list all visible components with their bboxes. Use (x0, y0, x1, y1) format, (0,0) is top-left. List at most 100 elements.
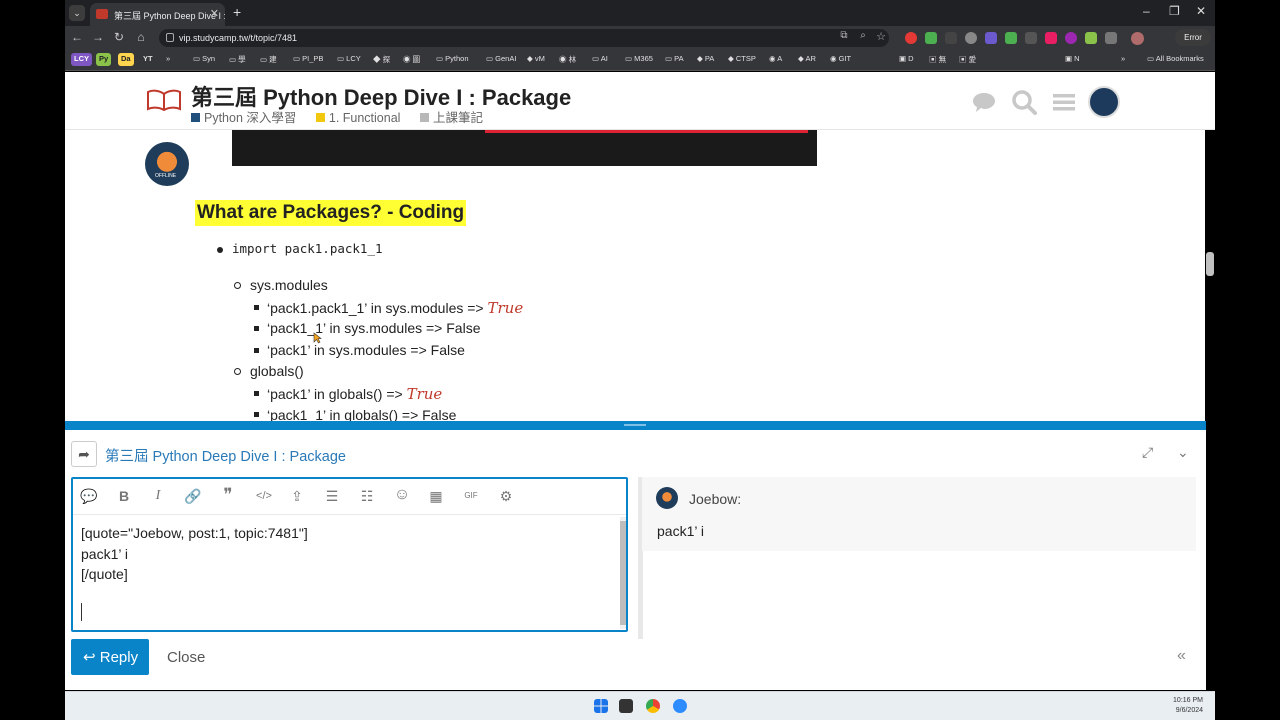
window-close-icon[interactable]: ✕ (1196, 4, 1206, 18)
hamburger-menu-icon[interactable] (1051, 89, 1077, 115)
error-button[interactable]: Error (1175, 29, 1211, 46)
extension-icon[interactable] (1085, 32, 1097, 44)
extension-icon[interactable] (1005, 32, 1017, 44)
bold-icon[interactable]: B (115, 488, 133, 504)
bookmark-pill[interactable]: LCY (71, 53, 92, 66)
code-icon[interactable]: </> (252, 490, 276, 502)
page-scrollbar[interactable] (1206, 252, 1214, 276)
calendar-icon[interactable]: ▦ (427, 488, 445, 505)
category-badge[interactable]: 1. Functional (315, 111, 409, 125)
star-icon[interactable]: ☆ (873, 30, 889, 43)
extension-icon[interactable] (965, 32, 977, 44)
category-badge[interactable]: 上課筆記 (419, 111, 491, 125)
editor-textarea[interactable]: [quote="Joebow, post:1, topic:7481"] pac… (81, 523, 308, 585)
back-icon[interactable]: ← (69, 30, 85, 44)
bookmark-item[interactable]: ▭ GenAI (486, 54, 516, 63)
numbered-list-icon[interactable]: ☷ (358, 488, 376, 505)
italic-icon[interactable]: I (149, 488, 167, 504)
tab-search-icon[interactable]: ⌄ (69, 5, 85, 21)
chevron-right-icon[interactable]: » (1121, 54, 1125, 63)
composer-resize-grip[interactable] (65, 421, 1206, 430)
task-view-icon[interactable] (619, 699, 633, 713)
bookmark-item[interactable]: ▣ N (1065, 54, 1080, 63)
emoji-icon[interactable]: ☺ (393, 486, 411, 504)
user-avatar[interactable] (1088, 86, 1120, 118)
bookmark-pill[interactable]: Py (96, 53, 112, 66)
speech-bubble-icon[interactable]: 💬 (80, 488, 98, 505)
bookmark-item[interactable]: ▣ 愛 (959, 54, 976, 65)
bookmark-item[interactable]: ▭ Python (436, 54, 469, 63)
bookmark-item[interactable]: ◆ PA (697, 54, 714, 63)
quote-icon[interactable]: ❞ (219, 485, 237, 505)
post-image[interactable] (232, 130, 817, 166)
reply-button[interactable]: ↩︎ Reply (71, 639, 149, 675)
expand-icon[interactable]: ⤢ (1142, 444, 1153, 461)
system-clock[interactable]: 10:16 PM 9/6/2024 (1173, 696, 1203, 716)
poster-avatar[interactable]: OFFLINE (145, 142, 189, 186)
bookmark-item[interactable]: ◉ 林 (559, 54, 576, 65)
install-icon[interactable]: ⧉ (836, 30, 852, 41)
zoom-icon[interactable]: ⌕ (855, 30, 871, 41)
chevron-down-icon[interactable]: ⌄ (1177, 444, 1189, 461)
windows-start-icon[interactable] (594, 699, 608, 713)
minimize-icon[interactable]: – (1143, 4, 1150, 18)
zoom-app-icon[interactable] (673, 699, 687, 713)
reply-share-icon[interactable]: ➦ (71, 441, 97, 467)
bookmark-item[interactable]: ▭ PI_PB (293, 54, 323, 63)
bookmark-item[interactable]: ◉ A (769, 54, 782, 63)
bookmark-item[interactable]: ▭ 建 (260, 54, 277, 65)
all-bookmarks[interactable]: ▭ All Bookmarks (1147, 54, 1204, 63)
home-icon[interactable]: ⌂ (133, 30, 149, 44)
bookmark-item[interactable]: ▭ Syn (193, 54, 215, 63)
reload-icon[interactable]: ↻ (111, 30, 127, 44)
extension-icon[interactable] (1045, 32, 1057, 44)
bookmark-item[interactable]: ◆ 探 (373, 54, 390, 65)
chevron-right-icon[interactable]: » (166, 54, 170, 63)
bookmark-item[interactable]: ◆ AR (798, 54, 816, 63)
link-icon[interactable]: 🔗 (184, 488, 202, 505)
address-bar[interactable]: vip.studycamp.tw/t/topic/7481 (159, 29, 889, 47)
bullet-list-icon[interactable]: ☰ (323, 488, 341, 505)
double-chevron-left-icon[interactable]: « (1177, 647, 1186, 665)
editor-scrollbar[interactable] (620, 517, 626, 629)
bookmark-item[interactable]: ▭ PA (665, 54, 684, 63)
bookmark-pill[interactable]: Da (118, 53, 134, 66)
tab-close-icon[interactable]: ✕ (210, 7, 219, 20)
extensions-puzzle-icon[interactable] (1105, 32, 1117, 44)
extension-icon[interactable] (1065, 32, 1077, 44)
bookmark-item[interactable]: ◆ vM (527, 54, 545, 63)
bookmark-item[interactable]: ▭ M365 (625, 54, 653, 63)
composer-topic-title[interactable]: 第三屆 Python Deep Dive I : Package (105, 445, 346, 466)
bookmark-item[interactable]: ▣ D (899, 54, 914, 63)
bookmark-item[interactable]: ▭ 學 (229, 54, 246, 65)
post-body: OFFLINE What are Packages? - Coding impo… (65, 130, 1205, 423)
restore-icon[interactable]: ❐ (1169, 4, 1180, 18)
category-badge[interactable]: Python 深入學習 (191, 111, 304, 125)
browser-tab[interactable]: 第三屆 Python Deep Dive I : Pa ✕ (90, 3, 225, 26)
chrome-icon[interactable] (646, 699, 660, 713)
profile-avatar-icon[interactable] (1131, 32, 1144, 45)
extension-icon[interactable] (905, 32, 917, 44)
chat-icon[interactable] (971, 89, 997, 115)
bookmark-item[interactable]: ▭ AI (592, 54, 608, 63)
extension-icon[interactable] (925, 32, 937, 44)
gear-icon[interactable]: ⚙ (497, 488, 515, 505)
extension-icon[interactable] (985, 32, 997, 44)
bookmark-item[interactable]: ◉ 圖 (403, 54, 420, 65)
quoted-username[interactable]: Joebow: (689, 491, 741, 507)
bookmark-item[interactable]: ◆ CTSP (728, 54, 756, 63)
gif-icon[interactable]: GIF (459, 491, 483, 500)
bookmark-item[interactable]: YT (143, 54, 153, 63)
bookmark-item[interactable]: ▭ LCY (337, 54, 361, 63)
new-tab-icon[interactable]: + (233, 4, 241, 20)
forward-icon[interactable]: → (90, 30, 106, 44)
quoted-user-avatar[interactable] (656, 487, 678, 509)
extension-icon[interactable] (945, 32, 957, 44)
close-button[interactable]: Close (167, 649, 205, 666)
bookmark-item[interactable]: ▣ 無 (929, 54, 946, 65)
open-book-logo-icon[interactable] (147, 88, 181, 112)
extension-icon[interactable] (1025, 32, 1037, 44)
bookmark-item[interactable]: ◉ GIT (830, 54, 851, 63)
search-icon[interactable] (1011, 89, 1037, 115)
upload-icon[interactable]: ⇪ (288, 488, 306, 505)
